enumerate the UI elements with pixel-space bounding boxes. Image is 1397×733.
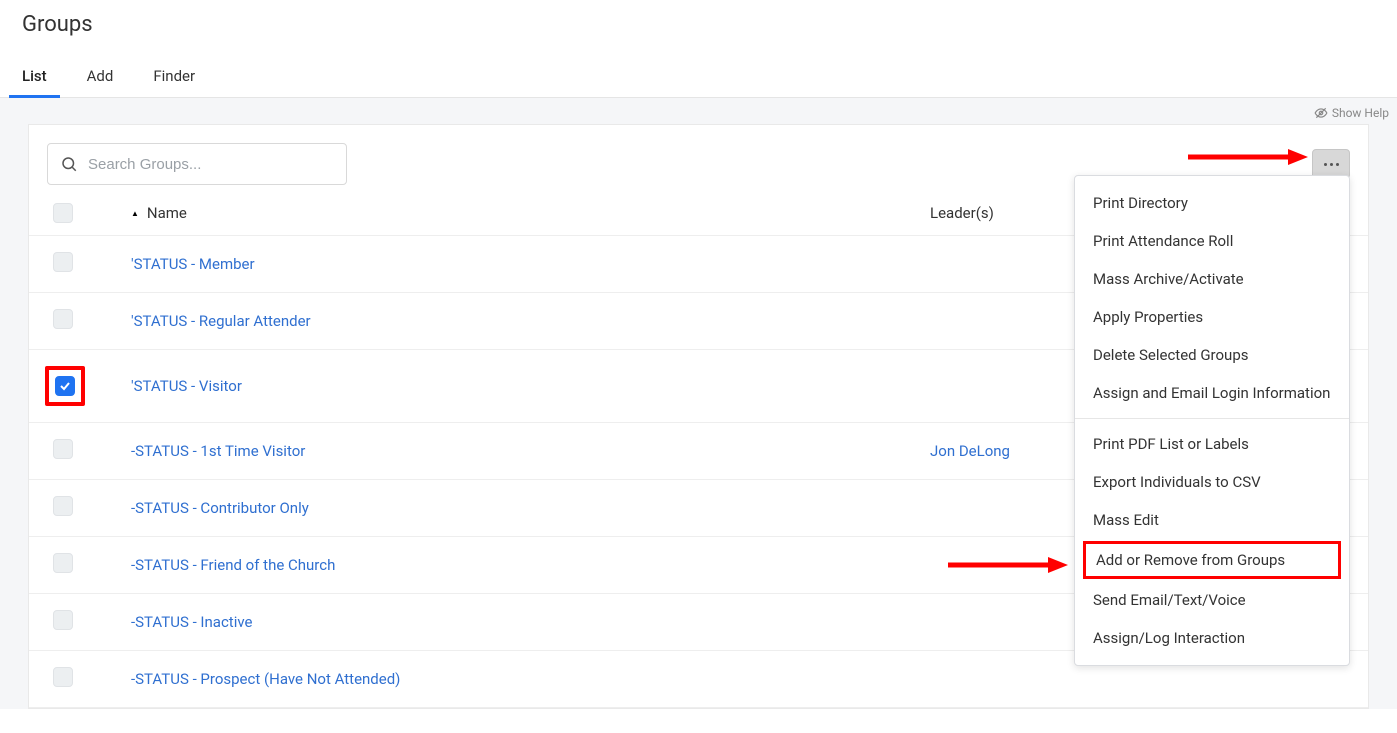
- group-link[interactable]: -STATUS - Prospect (Have Not Attended): [107, 670, 400, 688]
- row-checkbox[interactable]: [53, 667, 73, 687]
- menu-item[interactable]: Apply Properties: [1075, 298, 1349, 336]
- menu-item[interactable]: Assign/Log Interaction: [1075, 619, 1349, 657]
- menu-item[interactable]: Print Attendance Roll: [1075, 222, 1349, 260]
- column-header-name[interactable]: ▲ Name: [107, 204, 930, 222]
- group-link[interactable]: 'STATUS - Member: [107, 255, 255, 273]
- show-help[interactable]: Show Help: [0, 98, 1397, 124]
- show-help-label: Show Help: [1332, 106, 1389, 120]
- tab-list[interactable]: List: [22, 57, 47, 97]
- eye-off-icon: [1314, 106, 1328, 120]
- actions-dropdown: Print DirectoryPrint Attendance RollMass…: [1074, 175, 1350, 666]
- group-link[interactable]: -STATUS - Friend of the Church: [107, 556, 335, 574]
- sort-asc-icon: ▲: [131, 209, 139, 218]
- menu-item[interactable]: Send Email/Text/Voice: [1075, 581, 1349, 619]
- row-checkbox[interactable]: [53, 439, 73, 459]
- tab-finder[interactable]: Finder: [153, 57, 195, 97]
- row-checkbox[interactable]: [53, 252, 73, 272]
- menu-item[interactable]: Mass Edit: [1075, 501, 1349, 539]
- row-checkbox[interactable]: [53, 309, 73, 329]
- menu-item[interactable]: Print Directory: [1075, 184, 1349, 222]
- search-icon: [60, 155, 78, 173]
- leaders-header-label: Leader(s): [930, 204, 994, 222]
- select-all-checkbox[interactable]: [53, 203, 73, 223]
- search-input[interactable]: [86, 155, 334, 174]
- name-header-label: Name: [147, 204, 187, 222]
- search-groups-box[interactable]: [47, 143, 347, 185]
- page-title: Groups: [0, 0, 1397, 45]
- tabs-bar: List Add Finder: [0, 57, 1397, 98]
- menu-item[interactable]: Mass Archive/Activate: [1075, 260, 1349, 298]
- row-checkbox[interactable]: [53, 496, 73, 516]
- menu-item[interactable]: Delete Selected Groups: [1075, 336, 1349, 374]
- menu-item[interactable]: Print PDF List or Labels: [1075, 425, 1349, 463]
- menu-divider: [1075, 418, 1349, 419]
- menu-item[interactable]: Assign and Email Login Information: [1075, 374, 1349, 412]
- row-checkbox[interactable]: [53, 610, 73, 630]
- tab-add[interactable]: Add: [87, 57, 114, 97]
- content-area: Show Help Print DirectoryPrint Attendanc…: [0, 98, 1397, 709]
- leader-link[interactable]: Jon DeLong: [930, 442, 1010, 460]
- group-link[interactable]: -STATUS - Inactive: [107, 613, 253, 631]
- menu-item[interactable]: Export Individuals to CSV: [1075, 463, 1349, 501]
- groups-card: Print DirectoryPrint Attendance RollMass…: [28, 124, 1369, 709]
- row-checkbox[interactable]: [53, 553, 73, 573]
- group-link[interactable]: 'STATUS - Regular Attender: [107, 312, 311, 330]
- group-link[interactable]: -STATUS - Contributor Only: [107, 499, 309, 517]
- group-link[interactable]: -STATUS - 1st Time Visitor: [107, 442, 305, 460]
- menu-item[interactable]: Add or Remove from Groups: [1083, 541, 1341, 579]
- group-link[interactable]: 'STATUS - Visitor: [107, 377, 242, 395]
- row-checkbox[interactable]: [55, 376, 75, 396]
